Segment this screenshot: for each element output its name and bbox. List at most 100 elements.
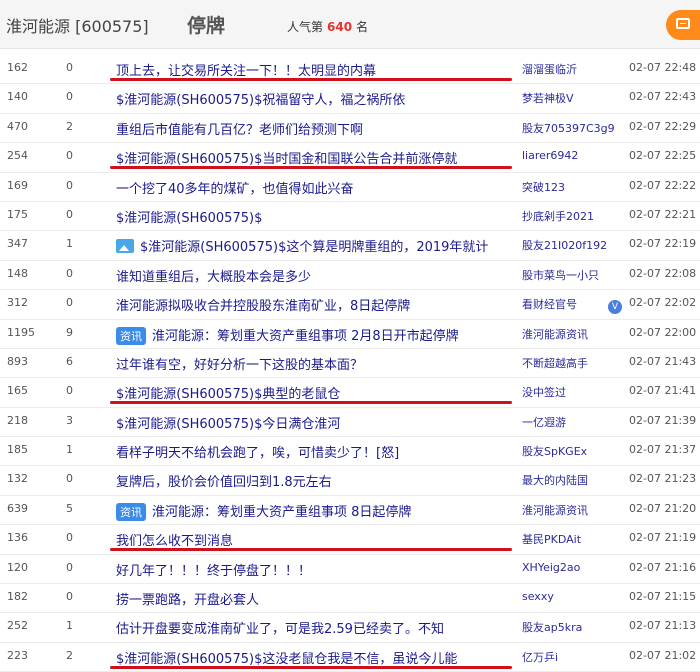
post-title-link[interactable]: 谁知道重组后，大概股本会是多少 <box>116 266 311 285</box>
post-title-link[interactable]: 过年谁有空，好好分析一下这股的基本面？ <box>116 354 363 373</box>
post-title-text: 淮河能源：筹划重大资产重组事项 8日起停牌 <box>152 504 412 520</box>
read-count: 252 <box>7 619 28 633</box>
reply-count: 0 <box>66 560 73 574</box>
post-title-text: 一个挖了40多年的煤矿，也值得如此兴奋 <box>116 181 354 197</box>
author-link[interactable]: 抄底剁手2021 <box>522 208 594 224</box>
post-row: 132 0 复牌后，股价会价值回归到1.8元左右 最大的内陆国 02-07 21:23 <box>0 466 700 496</box>
read-count: 182 <box>7 590 28 604</box>
post-title-link[interactable]: 淮河能源拟吸收合并控股股东淮南矿业，8日起停牌 <box>116 295 410 314</box>
popularity-rank: 640 <box>327 20 353 34</box>
post-title-text: $淮河能源(SH600575)$祝福留守人，福之祸所依 <box>116 93 406 109</box>
post-title-link[interactable]: 估计开盘要变成淮南矿业了，可是我2.59已经卖了。不知 <box>116 618 444 637</box>
author-link[interactable]: sexxy <box>522 590 554 603</box>
author-link[interactable]: 溜溜蛋临沂 <box>522 61 577 77</box>
author-link[interactable]: 股市菜鸟一小只 <box>522 267 599 283</box>
post-row: 639 5 资讯 淮河能源：筹划重大资产重组事项 8日起停牌 淮河能源资讯 02-07 2… <box>0 496 700 526</box>
post-title-link[interactable]: 好几年了！！！终于停盘了！！！ <box>116 560 311 579</box>
post-title-text: 顶上去，让交易所关注一下！！太明显的内幕 <box>116 64 377 79</box>
post-title-link[interactable]: $淮河能源(SH600575)$这没老鼠仓我是不信，虽说今儿能 <box>116 648 457 667</box>
author-link[interactable]: 淮河能源资讯 <box>522 326 588 342</box>
author-link[interactable]: 最大的内陆国 <box>522 472 588 488</box>
read-count: 347 <box>7 237 28 251</box>
post-title-link[interactable]: 复牌后，股价会价值回归到1.8元左右 <box>116 471 332 490</box>
post-row: 148 0 谁知道重组后，大概股本会是多少 股市菜鸟一小只 02-07 22:08 <box>0 261 700 291</box>
post-title-link[interactable]: 捞一票跑路，开盘必套人 <box>116 589 259 608</box>
post-title-link[interactable]: $淮河能源(SH600575)$ <box>116 207 262 226</box>
post-row: 136 0 我们怎么收不到消息 基民PKDAit 02-07 21:19 <box>0 525 700 555</box>
new-post-button[interactable] <box>666 10 700 40</box>
author-link[interactable]: 股友SpKGEx <box>522 443 587 459</box>
post-title-link[interactable]: 顶上去，让交易所关注一下！！太明显的内幕 <box>116 60 376 79</box>
post-title-text: 好几年了！！！终于停盘了！！！ <box>116 563 312 579</box>
stock-name[interactable]: 淮河能源 [600575] <box>6 13 149 37</box>
read-count: 148 <box>7 266 28 280</box>
post-title-link[interactable]: $淮河能源(SH600575)$今日满仓淮河 <box>116 413 340 432</box>
post-title-text: 复牌后，股价会价值回归到1.8元左右 <box>116 475 332 491</box>
author-link[interactable]: XHYeig2ao <box>522 561 580 574</box>
post-time: 02-07 21:20 <box>629 501 697 515</box>
author-link[interactable]: 突破123 <box>522 179 565 195</box>
post-time: 02-07 22:02 <box>629 296 697 310</box>
post-time: 02-07 21:23 <box>629 472 697 486</box>
read-count: 185 <box>7 443 28 457</box>
post-time: 02-07 22:08 <box>629 266 697 280</box>
reply-count: 5 <box>66 501 73 515</box>
post-title-link[interactable]: $淮河能源(SH600575)$这个算是明牌重组的，2019年就计 <box>116 236 488 255</box>
read-count: 136 <box>7 531 28 545</box>
read-count: 312 <box>7 296 28 310</box>
author-link[interactable]: 梦若神极V <box>522 90 574 106</box>
highlight-underline <box>110 401 512 405</box>
trading-status: 停牌 <box>187 15 226 37</box>
post-row: 347 1 $淮河能源(SH600575)$这个算是明牌重组的，2019年就计 股友2… <box>0 231 700 261</box>
author-link[interactable]: 淮河能源资讯 <box>522 502 588 518</box>
author-link[interactable]: 股友705397C3g9 <box>522 120 615 136</box>
author-link[interactable]: 看财经官号 <box>522 296 577 312</box>
stock-header: 淮河能源 [600575] 停牌 人气第 640 名 <box>0 0 700 49</box>
post-title-link[interactable]: 重组后市值能有几百亿？老师们给预测下啊 <box>116 119 363 138</box>
post-title-text: 过年谁有空，好好分析一下这股的基本面？ <box>116 357 364 373</box>
post-title-link[interactable]: $淮河能源(SH600575)$典型的老鼠仓 <box>116 383 340 402</box>
post-title-text: 捞一票跑路，开盘必套人 <box>116 593 260 609</box>
reply-count: 0 <box>66 90 73 104</box>
author-link[interactable]: liarer6942 <box>522 149 578 162</box>
author-link[interactable]: 股友ap5kra <box>522 619 582 635</box>
author-link[interactable]: 没中签过 <box>522 384 566 400</box>
post-title-link[interactable]: $淮河能源(SH600575)$当时国金和国联公告合并前涨停就 <box>116 148 457 167</box>
post-list: 162 0 顶上去，让交易所关注一下！！太明显的内幕 溜溜蛋临沂 02-07 22:48… <box>0 55 700 672</box>
post-time: 02-07 21:16 <box>629 560 697 574</box>
post-time: 02-07 21:37 <box>629 443 697 457</box>
post-title-link[interactable]: $淮河能源(SH600575)$祝福留守人，福之祸所依 <box>116 89 405 108</box>
post-title-link[interactable]: 看样子明天不给机会跑了，唉，可惜卖少了！[怒] <box>116 442 399 461</box>
post-row: 254 0 $淮河能源(SH600575)$当时国金和国联公告合并前涨停就 liare… <box>0 143 700 173</box>
post-row: 252 1 估计开盘要变成淮南矿业了，可是我2.59已经卖了。不知 股友ap5kra 0… <box>0 613 700 643</box>
post-title-text: 淮河能源：筹划重大资产重组事项 2月8日开市起停牌 <box>152 328 459 344</box>
post-time: 02-07 21:43 <box>629 354 697 368</box>
post-title-link[interactable]: 资讯 淮河能源：筹划重大资产重组事项 2月8日开市起停牌 <box>116 325 459 345</box>
post-time: 02-07 21:41 <box>629 384 697 398</box>
read-count: 132 <box>7 472 28 486</box>
author-link[interactable]: 股友21I020f192 <box>522 237 607 253</box>
author-link[interactable]: 一亿遐游 <box>522 414 566 430</box>
reply-count: 6 <box>66 354 73 368</box>
post-title-link[interactable]: 我们怎么收不到消息 <box>116 530 233 549</box>
reply-count: 0 <box>66 149 73 163</box>
reply-count: 0 <box>66 61 73 74</box>
post-title-link[interactable]: 一个挖了40多年的煤矿，也值得如此兴奋 <box>116 178 354 197</box>
image-icon <box>116 239 134 254</box>
read-count: 162 <box>7 61 28 74</box>
reply-count: 0 <box>66 472 73 486</box>
read-count: 893 <box>7 354 28 368</box>
post-title-link[interactable]: 资讯 淮河能源：筹划重大资产重组事项 8日起停牌 <box>116 501 411 521</box>
read-count: 175 <box>7 207 28 221</box>
highlight-underline <box>110 665 512 669</box>
author-link[interactable]: 不断超越高手 <box>522 355 588 371</box>
author-link[interactable]: 亿万乒i <box>522 649 558 665</box>
post-row: 165 0 $淮河能源(SH600575)$典型的老鼠仓 没中签过 02-07 21:4… <box>0 378 700 408</box>
reply-count: 9 <box>66 325 73 339</box>
author-link[interactable]: 基民PKDAit <box>522 531 581 547</box>
highlight-underline <box>110 78 512 81</box>
post-row: 162 0 顶上去，让交易所关注一下！！太明显的内幕 溜溜蛋临沂 02-07 22:48 <box>0 55 700 85</box>
post-row: 140 0 $淮河能源(SH600575)$祝福留守人，福之祸所依 梦若神极V 02-0… <box>0 84 700 114</box>
read-count: 470 <box>7 119 28 133</box>
highlight-underline <box>110 166 512 170</box>
